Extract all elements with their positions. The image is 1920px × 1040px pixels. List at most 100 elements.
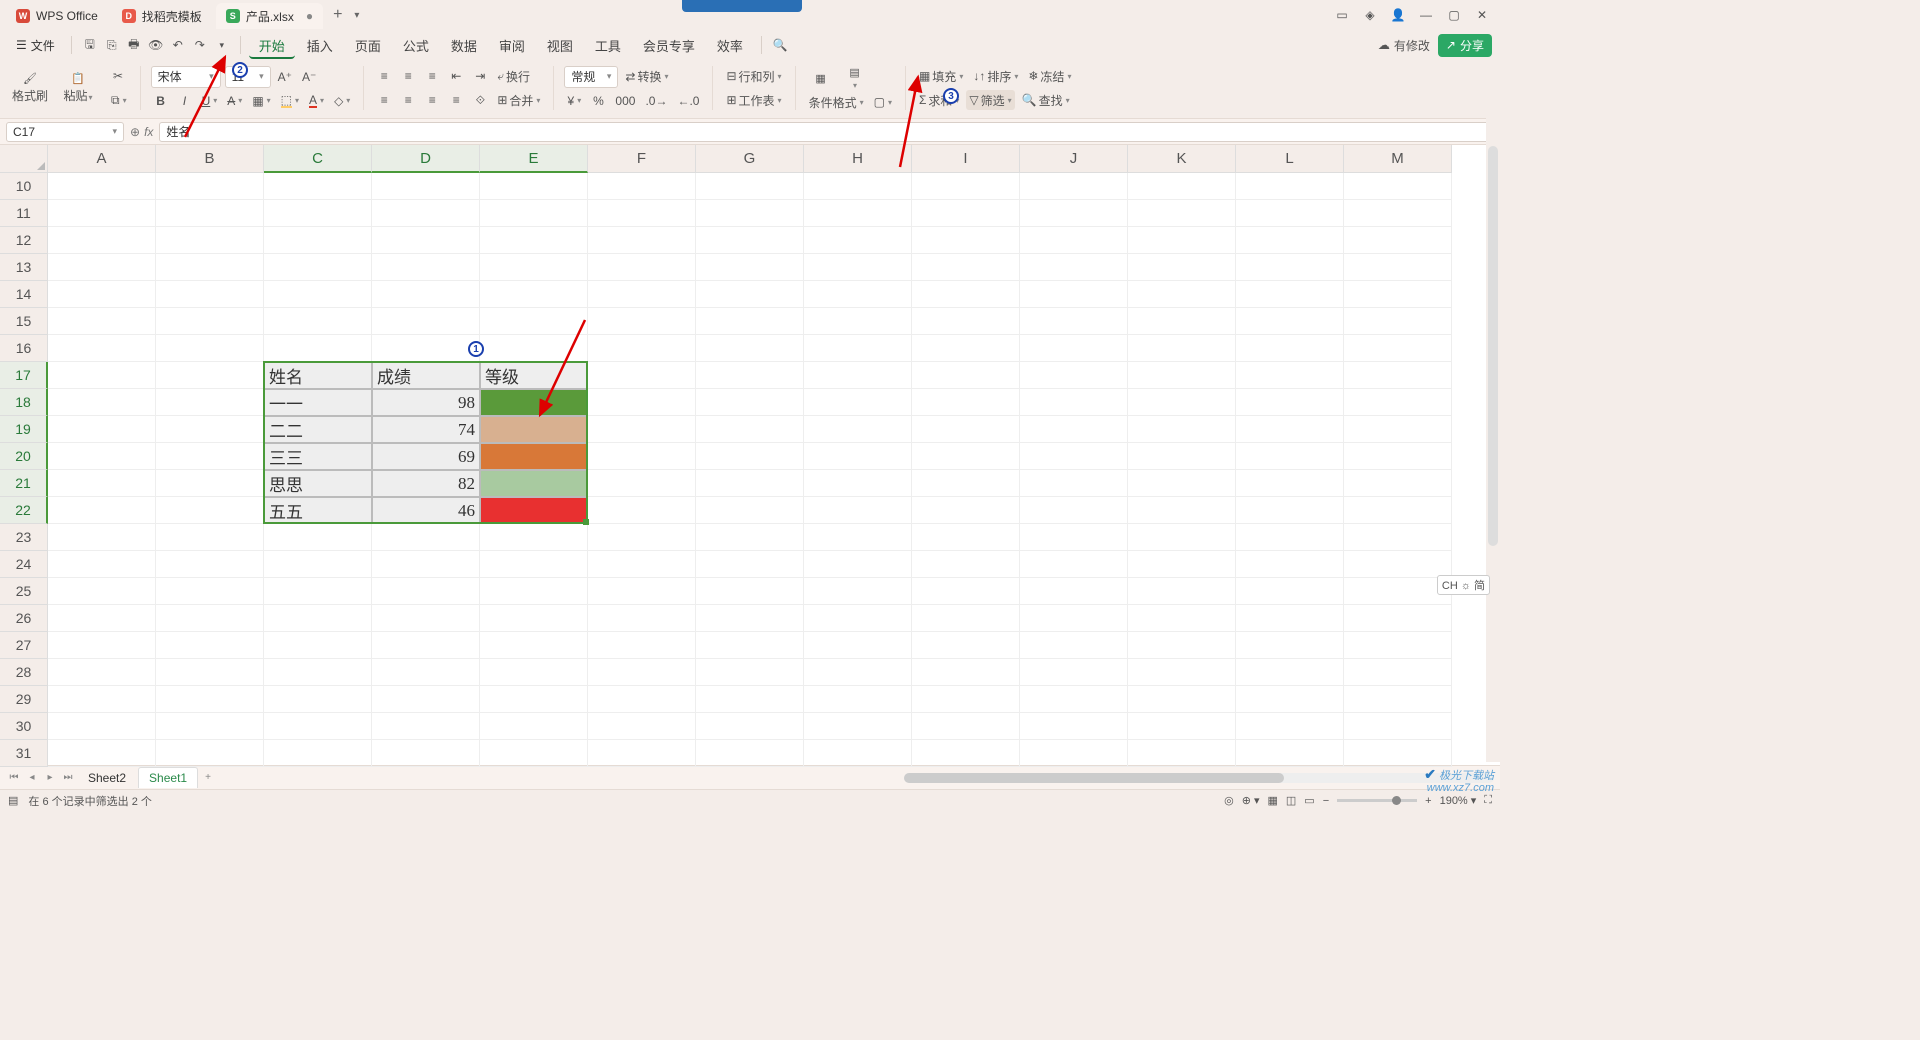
status-settings-icon[interactable]: ⊕ ▾ (1242, 794, 1260, 807)
cell-I25[interactable] (912, 578, 1020, 605)
cell-F12[interactable] (588, 227, 696, 254)
export-icon[interactable]: ⎘ (102, 35, 122, 55)
cell-M12[interactable] (1344, 227, 1452, 254)
cell-D11[interactable] (372, 200, 480, 227)
row-header-28[interactable]: 28 (0, 659, 48, 686)
align-left-button[interactable]: ≡ (374, 90, 394, 110)
sheet-first-button[interactable]: ⏮ (6, 772, 22, 783)
cell-E29[interactable] (480, 686, 588, 713)
cell-F14[interactable] (588, 281, 696, 308)
cell-A25[interactable] (48, 578, 156, 605)
cell-J29[interactable] (1020, 686, 1128, 713)
cell-M11[interactable] (1344, 200, 1452, 227)
cell-L22[interactable] (1236, 497, 1344, 524)
cell-I17[interactable] (912, 362, 1020, 389)
wrap-button[interactable]: ⤶ 换行 (494, 66, 533, 86)
cell-L21[interactable] (1236, 470, 1344, 497)
cell-I31[interactable] (912, 740, 1020, 767)
number-format-select[interactable]: 常规▾ (564, 66, 618, 88)
cell-M28[interactable] (1344, 659, 1452, 686)
sheet-prev-button[interactable]: ◂ (24, 772, 40, 783)
cell-D29[interactable] (372, 686, 480, 713)
cell-B10[interactable] (156, 173, 264, 200)
align-right-button[interactable]: ≡ (422, 90, 442, 110)
cell-H27[interactable] (804, 632, 912, 659)
align-justify-button[interactable]: ≡ (446, 90, 466, 110)
cell-I30[interactable] (912, 713, 1020, 740)
fullscreen-button[interactable]: ⛶ (1484, 794, 1492, 807)
vertical-scrollbar[interactable] (1486, 116, 1500, 762)
cell-F27[interactable] (588, 632, 696, 659)
increase-font-button[interactable]: A⁺ (275, 67, 295, 87)
cell-L25[interactable] (1236, 578, 1344, 605)
cell-C30[interactable] (264, 713, 372, 740)
cell-L29[interactable] (1236, 686, 1344, 713)
cell-I21[interactable] (912, 470, 1020, 497)
styles-button[interactable]: ▦ (806, 70, 836, 87)
cell-A20[interactable] (48, 443, 156, 470)
view-normal-button[interactable]: ▦ (1267, 794, 1277, 807)
cell-H12[interactable] (804, 227, 912, 254)
cell-C27[interactable] (264, 632, 372, 659)
row-header-16[interactable]: 16 (0, 335, 48, 362)
cell-G12[interactable] (696, 227, 804, 254)
cell-H25[interactable] (804, 578, 912, 605)
col-header-A[interactable]: A (48, 145, 156, 173)
cell-B22[interactable] (156, 497, 264, 524)
col-header-M[interactable]: M (1344, 145, 1452, 173)
name-box[interactable]: C17 ▾ (6, 122, 124, 142)
cell-D12[interactable] (372, 227, 480, 254)
save-icon[interactable]: 🖫 (80, 35, 100, 55)
cell-H19[interactable] (804, 416, 912, 443)
cell-K10[interactable] (1128, 173, 1236, 200)
cell-E30[interactable] (480, 713, 588, 740)
new-tab-button[interactable]: + (325, 6, 350, 24)
cell-C16[interactable] (264, 335, 372, 362)
cell-A30[interactable] (48, 713, 156, 740)
cell-E22[interactable] (480, 497, 588, 524)
cell-J30[interactable] (1020, 713, 1128, 740)
fx-icon[interactable]: fx (144, 125, 153, 139)
ime-badge[interactable]: CH ☼ 简 (1437, 575, 1490, 595)
filter-button[interactable]: ▽ 筛选▾ (966, 90, 1014, 110)
menu-view[interactable]: 视图 (537, 32, 583, 59)
cell-style-button[interactable]: ▢▾ (871, 92, 895, 112)
cell-G13[interactable] (696, 254, 804, 281)
print-icon[interactable]: 🖶 (124, 35, 144, 55)
row-header-10[interactable]: 10 (0, 173, 48, 200)
cell-E18[interactable] (480, 389, 588, 416)
cell-K30[interactable] (1128, 713, 1236, 740)
orientation-button[interactable]: ⟐ (470, 90, 490, 110)
cell-H18[interactable] (804, 389, 912, 416)
col-header-L[interactable]: L (1236, 145, 1344, 173)
percent-button[interactable]: % (588, 91, 608, 111)
col-header-D[interactable]: D (372, 145, 480, 173)
zoom-out-button[interactable]: − (1323, 795, 1329, 807)
cell-K31[interactable] (1128, 740, 1236, 767)
cell-I28[interactable] (912, 659, 1020, 686)
cell-L14[interactable] (1236, 281, 1344, 308)
cell-F26[interactable] (588, 605, 696, 632)
cell-A17[interactable] (48, 362, 156, 389)
cell-J22[interactable] (1020, 497, 1128, 524)
cell-H29[interactable] (804, 686, 912, 713)
cell-G18[interactable] (696, 389, 804, 416)
cell-I15[interactable] (912, 308, 1020, 335)
font-color-button[interactable]: A▾ (306, 91, 327, 111)
cell-M31[interactable] (1344, 740, 1452, 767)
cell-J12[interactable] (1020, 227, 1128, 254)
tab-file[interactable]: S 产品.xlsx ● (216, 3, 323, 29)
cell-B18[interactable] (156, 389, 264, 416)
cell-E13[interactable] (480, 254, 588, 281)
font-select[interactable]: 宋体▾ (151, 66, 221, 88)
cell-K25[interactable] (1128, 578, 1236, 605)
cell-M13[interactable] (1344, 254, 1452, 281)
menu-insert[interactable]: 插入 (297, 32, 343, 59)
cell-C15[interactable] (264, 308, 372, 335)
sheet-last-button[interactable]: ⏭ (60, 772, 76, 783)
underline-button[interactable]: U▾ (199, 91, 221, 111)
cell-K28[interactable] (1128, 659, 1236, 686)
cell-F19[interactable] (588, 416, 696, 443)
cell-C29[interactable] (264, 686, 372, 713)
cell-I18[interactable] (912, 389, 1020, 416)
